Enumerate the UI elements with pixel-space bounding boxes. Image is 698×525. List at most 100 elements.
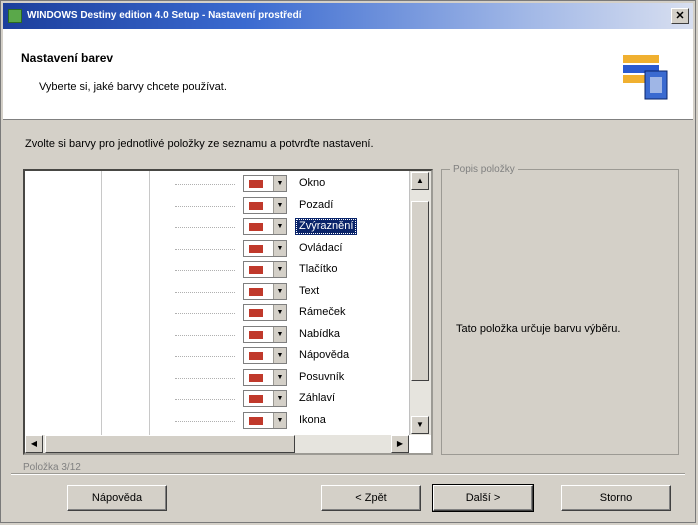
color-swatch [249,309,263,317]
color-swatch [249,266,263,274]
list-item[interactable]: ▼ Záhlaví [25,388,409,409]
description-legend: Popis položky [450,164,518,175]
row-guide [175,356,235,357]
description-panel: Popis položky Tato položka určuje barvu … [441,164,679,455]
title-bar[interactable]: WINDOWS Destiny edition 4.0 Setup - Nast… [3,3,693,29]
color-dropdown[interactable]: ▼ [243,218,287,235]
chevron-down-icon[interactable]: ▼ [273,176,286,191]
list-item-label[interactable]: Nabídka [295,326,344,343]
list-item[interactable]: ▼ Okno [25,173,409,194]
list-item[interactable]: ▼ Text [25,281,409,302]
list-item-label[interactable]: Rámeček [295,304,349,321]
help-button[interactable]: Nápověda [67,485,167,511]
horizontal-scrollbar[interactable]: ◀ ▶ [25,435,409,453]
list-item-label[interactable]: Okno [295,175,329,192]
chevron-down-icon[interactable]: ▼ [273,348,286,363]
chevron-down-icon[interactable]: ▼ [273,412,286,428]
setup-icon [623,55,668,100]
color-dropdown[interactable]: ▼ [243,239,287,257]
color-dropdown[interactable]: ▼ [243,175,287,192]
chevron-down-icon[interactable]: ▼ [273,391,286,406]
row-guide [175,184,235,185]
cancel-button[interactable]: Storno [561,485,671,511]
list-item[interactable]: ▼ Zvýraznění [25,216,409,237]
row-guide [175,270,235,271]
close-icon: ✕ [675,10,685,22]
vertical-scrollbar[interactable]: ▲ ▼ [409,171,431,435]
instruction-text: Zvolte si barvy pro jednotlivé položky z… [25,138,374,150]
row-guide [175,334,235,336]
row-guide [175,291,235,293]
row-guide [175,399,235,400]
chevron-down-icon[interactable]: ▼ [273,326,286,342]
scroll-thumb[interactable] [411,201,429,381]
color-swatch [249,416,263,425]
chevron-down-icon[interactable]: ▼ [273,240,286,256]
color-swatch [249,373,263,382]
setup-window: WINDOWS Destiny edition 4.0 Setup - Nast… [0,0,696,523]
list-item-label[interactable]: Zvýraznění [295,218,358,235]
list-item-label[interactable]: Posuvník [295,369,348,386]
list-item[interactable]: ▼ Pozadí [25,195,409,216]
row-guide [175,248,235,250]
list-item-label[interactable]: Ikona [295,412,330,429]
list-item[interactable]: ▼ Ikona [25,410,409,431]
list-item-label[interactable]: Text [295,283,323,300]
chevron-down-icon[interactable]: ▼ [273,283,286,299]
scroll-down-button[interactable]: ▼ [411,416,429,434]
color-dropdown[interactable]: ▼ [243,282,287,300]
color-dropdown[interactable]: ▼ [243,304,287,321]
header-subtitle: Vyberte si, jaké barvy chcete používat. [39,81,227,93]
scroll-right-button[interactable]: ▶ [391,435,409,453]
color-swatch [249,180,263,188]
status-text: Položka 3/12 [23,462,81,473]
row-guide [175,227,235,228]
chevron-down-icon[interactable]: ▼ [273,219,286,234]
color-swatch [249,244,263,253]
list-item-label[interactable]: Ovládací [295,240,346,257]
chevron-down-icon[interactable]: ▼ [273,262,286,277]
color-dropdown[interactable]: ▼ [243,325,287,343]
list-item[interactable]: ▼ Nápověda [25,345,409,366]
row-guide [175,313,235,314]
list-item[interactable]: ▼ Posuvník [25,367,409,388]
list-item-label[interactable]: Nápověda [295,347,353,364]
header-panel: Nastavení barev Vyberte si, jaké barvy c… [3,29,693,120]
color-swatch [249,395,263,403]
color-dropdown[interactable]: ▼ [243,196,287,214]
header-title: Nastavení barev [21,51,114,65]
list-item[interactable]: ▼ Tlačítko [25,259,409,280]
color-swatch [249,201,263,210]
color-swatch [249,352,263,360]
scroll-up-button[interactable]: ▲ [411,172,429,190]
color-dropdown[interactable]: ▼ [243,347,287,364]
color-dropdown[interactable]: ▼ [243,261,287,278]
color-dropdown[interactable]: ▼ [243,390,287,407]
list-item[interactable]: ▼ Nabídka [25,324,409,345]
next-button[interactable]: Další > [432,484,534,512]
row-guide [175,205,235,207]
color-list: ▼ Okno ▼ Pozadí ▼ Zvýraznění ▼ Ovládací ▼ Tlačítk… [23,169,433,455]
row-guide [175,377,235,379]
back-button[interactable]: < Zpět [321,485,421,511]
chevron-down-icon[interactable]: ▼ [273,305,286,320]
list-item-label[interactable]: Tlačítko [295,261,342,278]
color-swatch [249,330,263,339]
hscroll-thumb[interactable] [45,435,295,453]
list-item[interactable]: ▼ Ovládací [25,238,409,259]
list-item[interactable]: ▼ Rámeček [25,302,409,323]
list-item-label[interactable]: Pozadí [295,197,337,214]
separator [11,473,685,475]
close-button[interactable]: ✕ [671,8,689,24]
chevron-down-icon[interactable]: ▼ [273,369,286,385]
color-dropdown[interactable]: ▼ [243,411,287,429]
row-guide [175,420,235,422]
scroll-left-button[interactable]: ◀ [25,435,43,453]
list-item-label[interactable]: Záhlaví [295,390,339,407]
app-icon [8,9,22,23]
window-title: WINDOWS Destiny edition 4.0 Setup - Nast… [27,10,302,21]
description-text: Tato položka určuje barvu výběru. [456,323,621,335]
color-dropdown[interactable]: ▼ [243,368,287,386]
chevron-down-icon[interactable]: ▼ [273,197,286,213]
color-swatch [249,287,263,296]
